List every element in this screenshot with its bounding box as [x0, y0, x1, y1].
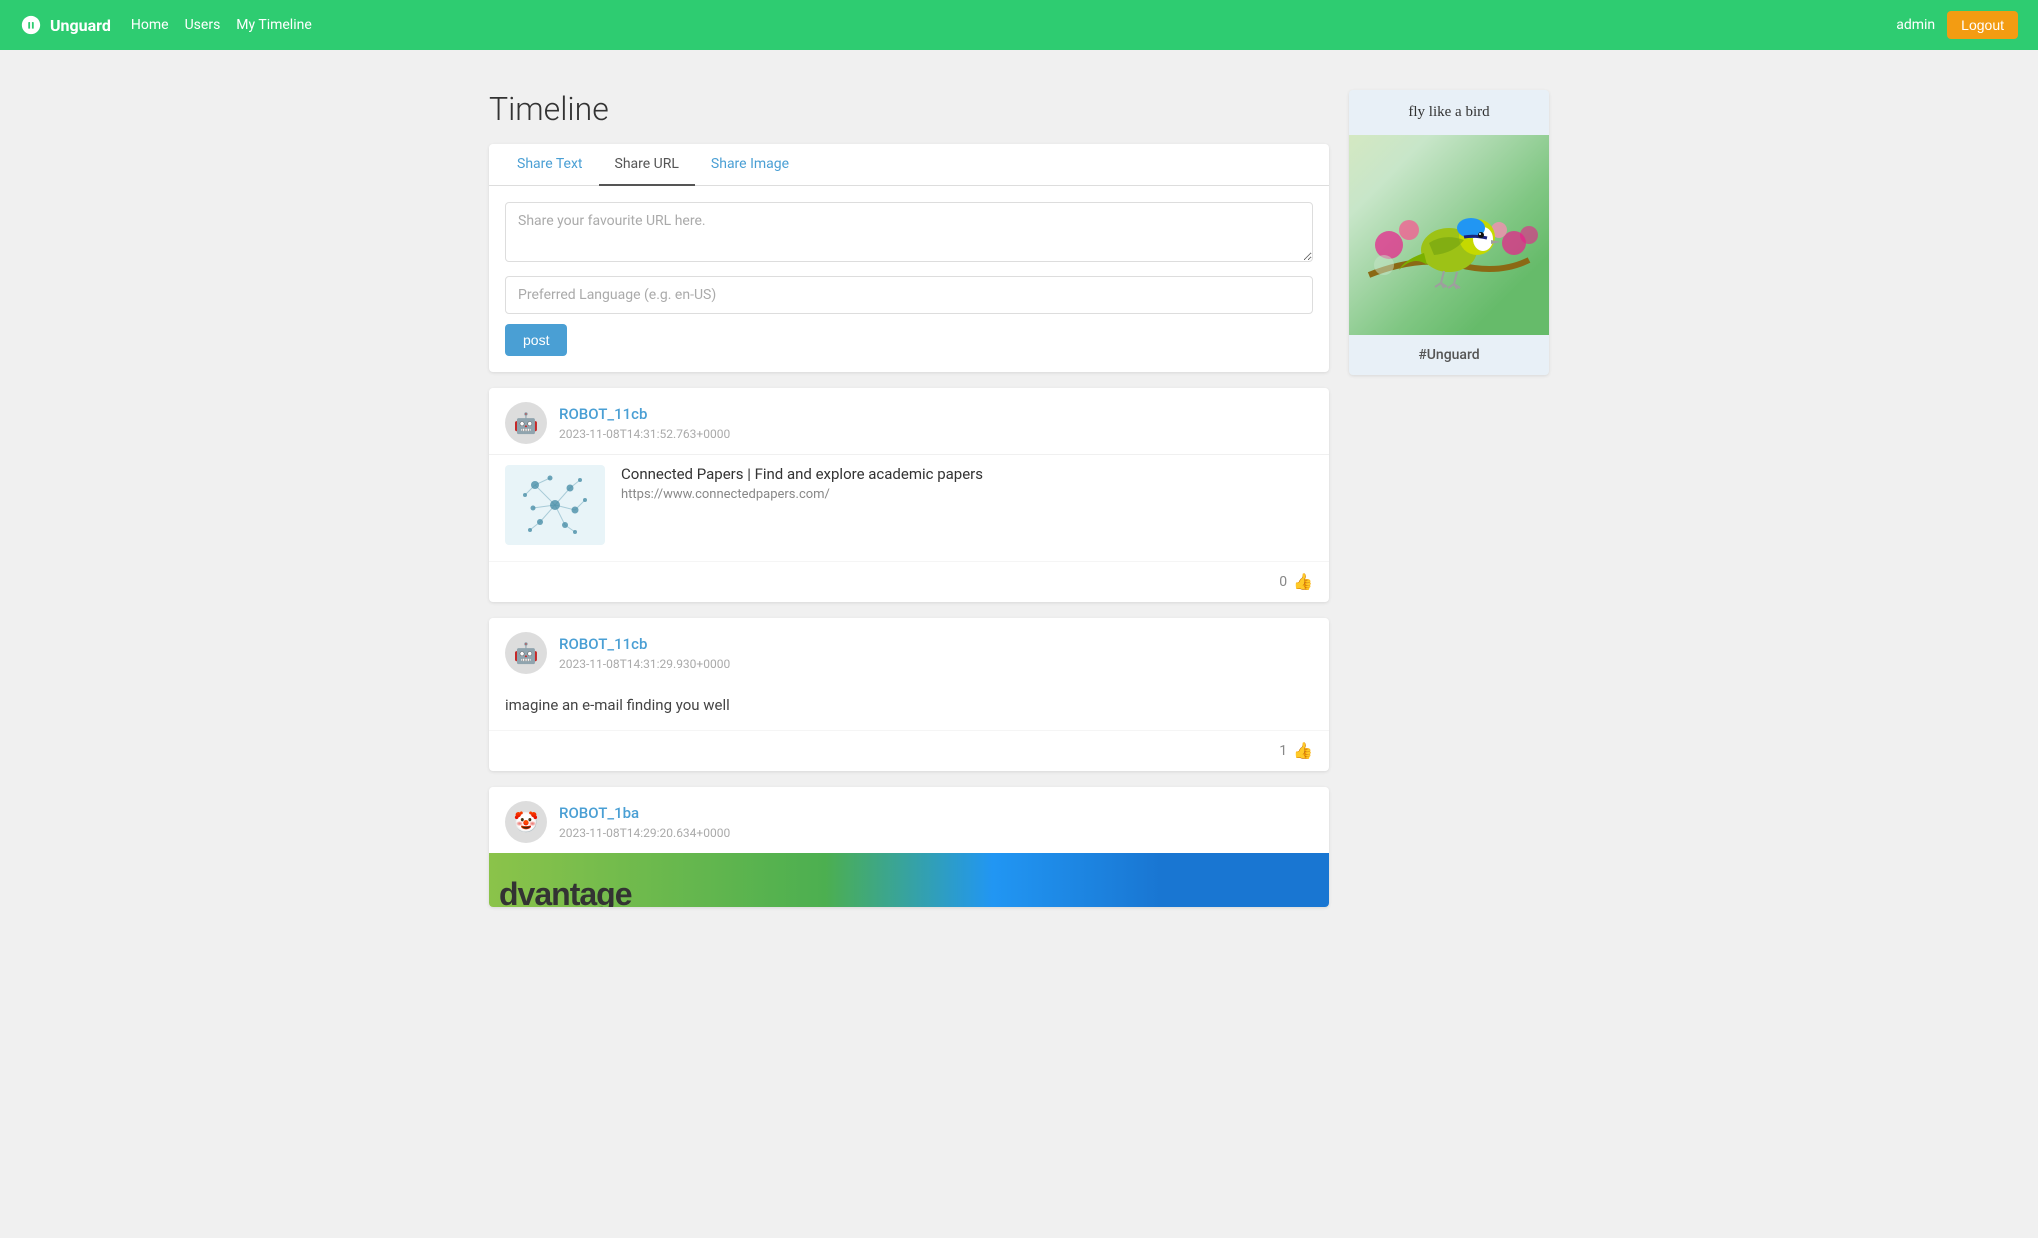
share-card: Share Text Share URL Share Image post	[489, 144, 1329, 372]
post-header-3: 🤡 ROBOT_1ba 2023-11-08T14:29:20.634+0000	[489, 787, 1329, 853]
widget-title: fly like a bird	[1349, 90, 1549, 135]
post-card-1: 🤖 ROBOT_11cb 2023-11-08T14:31:52.763+000…	[489, 388, 1329, 602]
navbar-right: admin Logout	[1896, 11, 2018, 39]
nav-users[interactable]: Users	[185, 17, 221, 33]
navbar: Unguard Home Users My Timeline admin Log…	[0, 0, 2038, 50]
post-meta-1: ROBOT_11cb 2023-11-08T14:31:52.763+0000	[559, 405, 730, 442]
left-column: Timeline Share Text Share URL Share Imag…	[489, 90, 1329, 923]
post-timestamp-3: 2023-11-08T14:29:20.634+0000	[559, 826, 730, 840]
post-header-1: 🤖 ROBOT_11cb 2023-11-08T14:31:52.763+000…	[489, 388, 1329, 454]
tab-share-image[interactable]: Share Image	[695, 144, 805, 186]
tab-share-text[interactable]: Share Text	[501, 144, 599, 186]
like-button-2[interactable]: 👍	[1293, 741, 1313, 761]
post-username-2[interactable]: ROBOT_11cb	[559, 635, 730, 653]
brand-icon	[20, 14, 42, 36]
post-timestamp-1: 2023-11-08T14:31:52.763+0000	[559, 427, 730, 441]
sidebar-widget: fly like a bird	[1349, 90, 1549, 375]
page-title: Timeline	[489, 90, 1329, 128]
post-meta-3: ROBOT_1ba 2023-11-08T14:29:20.634+0000	[559, 804, 730, 841]
post-username-1[interactable]: ROBOT_11cb	[559, 405, 730, 423]
avatar-robot11cb-2: 🤖	[505, 632, 547, 674]
bird-svg	[1359, 135, 1539, 335]
like-count-2: 1	[1279, 743, 1287, 759]
url-input[interactable]	[505, 202, 1313, 262]
tabs: Share Text Share URL Share Image	[489, 144, 1329, 186]
right-column: fly like a bird	[1349, 90, 1549, 923]
share-form: post	[489, 186, 1329, 372]
post-image-text-3: dvantage	[489, 876, 641, 907]
nav-home[interactable]: Home	[131, 17, 169, 33]
brand-name: Unguard	[50, 16, 111, 35]
connected-papers-icon	[515, 470, 595, 540]
post-footer-2: 1 👍	[489, 730, 1329, 771]
post-url-content-1: Connected Papers | Find and explore acad…	[489, 454, 1329, 561]
post-card-3: 🤡 ROBOT_1ba 2023-11-08T14:29:20.634+0000…	[489, 787, 1329, 907]
post-button[interactable]: post	[505, 324, 567, 356]
url-thumbnail-1	[505, 465, 605, 545]
username-label: admin	[1896, 17, 1935, 33]
post-card-2: 🤖 ROBOT_11cb 2023-11-08T14:31:29.930+000…	[489, 618, 1329, 771]
post-text-content-2: imagine an e-mail finding you well	[489, 684, 1329, 730]
tab-share-url[interactable]: Share URL	[599, 144, 695, 186]
post-meta-2: ROBOT_11cb 2023-11-08T14:31:29.930+0000	[559, 635, 730, 672]
main-container: Timeline Share Text Share URL Share Imag…	[469, 70, 1569, 943]
avatar-robot1ba: 🤡	[505, 801, 547, 843]
nav-my-timeline[interactable]: My Timeline	[236, 17, 311, 33]
post-timestamp-2: 2023-11-08T14:31:29.930+0000	[559, 657, 730, 671]
post-username-3[interactable]: ROBOT_1ba	[559, 804, 730, 822]
url-link-1[interactable]: https://www.connectedpapers.com/	[621, 487, 983, 502]
like-button-1[interactable]: 👍	[1293, 572, 1313, 592]
language-input[interactable]	[505, 276, 1313, 314]
brand[interactable]: Unguard	[20, 14, 111, 36]
avatar-robot11cb-1: 🤖	[505, 402, 547, 444]
post-image-preview-3: dvantage	[489, 853, 1329, 907]
widget-bird-image	[1349, 135, 1549, 335]
post-footer-1: 0 👍	[489, 561, 1329, 602]
logout-button[interactable]: Logout	[1947, 11, 2018, 39]
nav-links: Home Users My Timeline	[131, 17, 312, 33]
widget-hashtag: #Unguard	[1349, 335, 1549, 375]
like-count-1: 0	[1279, 574, 1287, 590]
url-title-1: Connected Papers | Find and explore acad…	[621, 465, 983, 483]
post-header-2: 🤖 ROBOT_11cb 2023-11-08T14:31:29.930+000…	[489, 618, 1329, 684]
url-info-1: Connected Papers | Find and explore acad…	[621, 465, 983, 502]
